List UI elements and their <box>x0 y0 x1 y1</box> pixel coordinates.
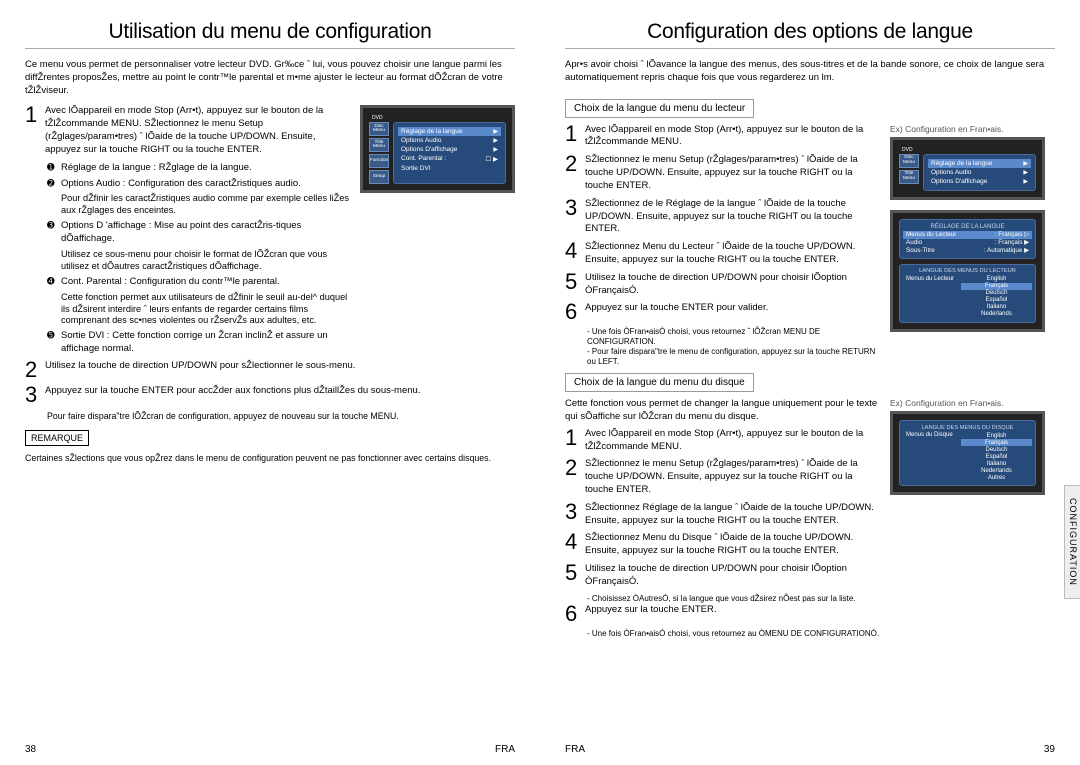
example-label-b: Ex) Configuration en Fran•ais. <box>890 398 1055 408</box>
a-step-6-note-1: - Une fois ÒFran•aisÓ choisi, vous retou… <box>587 327 882 347</box>
intro-text: Apr•s avoir choisi ˆ lÕavance la langue … <box>565 59 1055 85</box>
step-1-text: Avec lÕappareil en mode Stop (Arr•t), ap… <box>45 105 352 156</box>
tv-dvd-label: DVD <box>369 114 506 122</box>
tv-icon-title-menu: Title Menu <box>899 170 919 184</box>
b-step-4-num: 4 <box>565 532 585 552</box>
step-3-num: 3 <box>25 385 45 405</box>
b-step-5-num: 5 <box>565 563 585 583</box>
step-3-text: Appuyez sur la touche ENTER pour accŽder… <box>45 385 420 398</box>
tv2-row-1: Menus du Lecteur: Français ▷ <box>903 231 1032 239</box>
bullet-1-text: Réglage de la langue : RŽglage de la lan… <box>61 162 252 175</box>
a-step-3-num: 3 <box>565 198 585 218</box>
page-number: 39 <box>1044 744 1055 755</box>
tv-menu-row: Options D'affichage▶ <box>928 177 1031 186</box>
tv2-title: RÉGLAGE DE LA LANGUE <box>903 223 1032 231</box>
bullet-2-icon: ➋ <box>47 178 61 191</box>
step-2-num: 2 <box>25 360 45 380</box>
b-step-1-text: Avec lÕappareil en mode Stop (Arr•t), ap… <box>585 428 882 454</box>
b-step-5-text: Utilisez la touche de direction UP/DOWN … <box>585 563 882 589</box>
tv-menu-row-5: Sortie DVI <box>398 164 501 173</box>
tv-icon-disc-menu: Disc Menu <box>899 154 919 168</box>
tv-icon-title-menu: Title Menu <box>369 138 389 152</box>
bullet-4-icon: ➍ <box>47 276 61 289</box>
a-step-3-text: SŽlectionnez de le Réglage de la langue … <box>585 198 882 236</box>
intro-text: Ce menu vous permet de personnaliser vot… <box>25 59 515 97</box>
step-2-text: Utilisez la touche de direction UP/DOWN … <box>45 360 355 373</box>
dismiss-note: Pour faire dispara"tre lÕŽcran de config… <box>47 411 515 422</box>
b-step-1-num: 1 <box>565 428 585 448</box>
a-step-5-num: 5 <box>565 272 585 292</box>
a-step-2-text: SŽlectionnez le menu Setup (rŽglages/par… <box>585 154 882 192</box>
tv-menu-row: Réglage de la langue▶ <box>928 159 1031 168</box>
a-step-1-text: Avec lÕappareil en mode Stop (Arr•t), ap… <box>585 124 882 150</box>
a-step-4-text: SŽlectionnez Menu du Lecteur ˆ lÕaide de… <box>585 241 882 267</box>
bullet-1-icon: ➊ <box>47 162 61 175</box>
b-step-3-num: 3 <box>565 502 585 522</box>
b-step-6-text: Appuyez sur la touche ENTER. <box>585 604 716 617</box>
b-step-3-text: SŽlectionnez Réglage de la langue ˆ lÕai… <box>585 502 882 528</box>
bullet-5-text: Sortie DVI : Cette fonction corrige un Ž… <box>61 330 352 356</box>
bullet-4-text: Cont. Parental : Configuration du contr™… <box>61 276 280 289</box>
title-rule <box>565 48 1055 49</box>
bullet-3-text: Options D 'affichage : Mise au point des… <box>61 220 352 246</box>
b-step-6-num: 6 <box>565 604 585 624</box>
page-title: Utilisation du menu de configuration <box>25 20 515 44</box>
a-step-5-text: Utilisez la touche de direction UP/DOWN … <box>585 272 882 298</box>
tv-icon-disc-menu: Disc Menu <box>369 122 389 136</box>
tv-menu-row-1: Réglage de la langue▶ <box>398 127 501 136</box>
b-step-6-note: - Une fois ÒFran•aisÓ choisi, vous retou… <box>587 629 882 639</box>
bullet-3-icon: ➌ <box>47 220 61 246</box>
b-step-5-note: - Choisissez ÒAutresÓ, si la langue que … <box>587 594 882 604</box>
b-intro: Cette fonction vous permet de changer la… <box>565 398 882 424</box>
page-title: Configuration des options de langue <box>565 20 1055 44</box>
bullet-2-sub: Pour dŽfinir les caractŽristiques audio … <box>61 193 352 217</box>
b-step-4-text: SŽlectionnez Menu du Disque ˆ lÕaide de … <box>585 532 882 558</box>
a-step-2-num: 2 <box>565 154 585 174</box>
b-step-2-text: SŽlectionnez le menu Setup (rŽglages/par… <box>585 458 882 496</box>
tv3-langlist: LANGUE DES MENUS DU LECTEUR Menus du Lec… <box>899 264 1036 323</box>
tv2-row-3: Sous-Titre: Automatique ▶ <box>903 247 1032 255</box>
a-step-1-num: 1 <box>565 124 585 144</box>
side-tab-configuration: CONFIGURATION <box>1064 485 1080 599</box>
example-label-a: Ex) Configuration en Fran•ais. <box>890 124 1055 134</box>
tv2-row-2: Audio: Français ▶ <box>903 239 1032 247</box>
b-step-2-num: 2 <box>565 458 585 478</box>
remark-text: Certaines sŽlections que vous opŽrez dan… <box>25 453 515 464</box>
bullet-2-text: Options Audio : Configuration des caract… <box>61 178 301 191</box>
tv-dvd-label-r: DVD <box>899 146 1036 154</box>
section-a-header: Choix de la langue du menu du lecteur <box>565 99 754 118</box>
fra-label: FRA <box>495 744 515 755</box>
tv-menu-row-3: Options D'affichage▶ <box>398 145 501 154</box>
a-step-6-num: 6 <box>565 302 585 322</box>
page-number: 38 <box>25 744 36 755</box>
tv-menu-row-4: Cont. Parental :☐ ▶ <box>398 154 501 164</box>
tv-screenshot-langset: RÉGLAGE DE LA LANGUE Menus du Lecteur: F… <box>890 210 1045 332</box>
step-1-num: 1 <box>25 105 45 125</box>
tv-screenshot-disque: LANGUE DES MENUS DU DISQUE Menus du Disq… <box>890 411 1045 495</box>
tv-icon-function: Function <box>369 154 389 168</box>
bullet-3-sub: Utilisez ce sous-menu pour choisir le fo… <box>61 249 352 273</box>
a-step-6-text: Appuyez sur la touche ENTER pour valider… <box>585 302 768 315</box>
section-b-header: Choix de la langue du menu du disque <box>565 373 754 392</box>
a-step-6-note-2: - Pour faire dispara"tre le menu de conf… <box>587 347 882 367</box>
title-rule <box>25 48 515 49</box>
tv-screenshot-setup: DVD Disc Menu Title Menu Function Setup … <box>360 105 515 193</box>
tv-menu-row: Options Audio▶ <box>928 168 1031 177</box>
bullet-5-icon: ➎ <box>47 330 61 356</box>
fra-label: FRA <box>565 744 585 755</box>
a-step-4-num: 4 <box>565 241 585 261</box>
tv-icon-setup: Setup <box>369 170 389 184</box>
remark-label: REMARQUE <box>25 430 89 446</box>
tv-screenshot-setup-r: DVD Disc Menu Title Menu Réglage de la l… <box>890 137 1045 200</box>
bullet-4-sub: Cette fonction permet aux utilisateurs d… <box>61 292 352 328</box>
tv-menu-row-2: Options Audio▶ <box>398 136 501 145</box>
